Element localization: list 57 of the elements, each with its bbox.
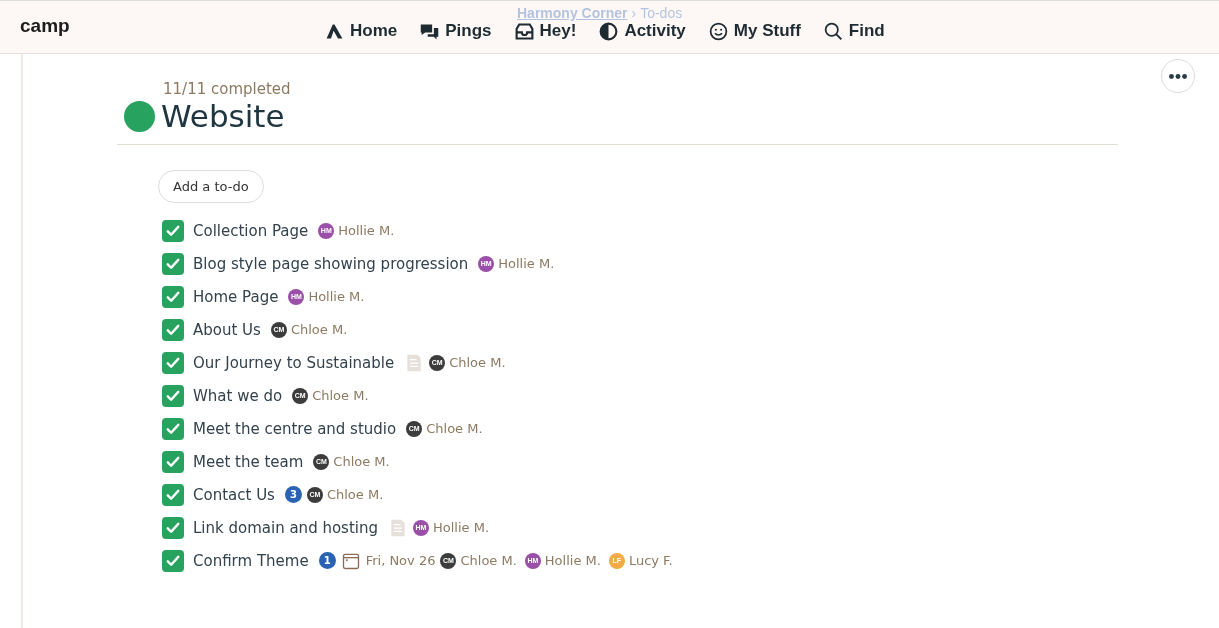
brand-logo[interactable]: camp: [20, 15, 70, 37]
nav-link[interactable]: Activity: [598, 20, 686, 42]
document-icon: [388, 517, 408, 538]
todo-title[interactable]: Collection Page: [193, 221, 309, 240]
breadcrumb-separator: ›: [631, 5, 637, 21]
status-dot: [124, 100, 155, 132]
assignee-name[interactable]: Chloe M.: [426, 421, 483, 436]
assignee-name[interactable]: Lucy F.: [628, 553, 673, 568]
assignee-name[interactable]: Chloe M.: [333, 454, 390, 469]
smiley-icon: [707, 20, 729, 42]
todo-title[interactable]: Confirm Theme: [193, 551, 309, 570]
checkbox[interactable]: [162, 351, 184, 374]
assignee-name[interactable]: Chloe M.: [460, 553, 517, 568]
assignee-name[interactable]: Hollie M.: [544, 553, 601, 568]
todo-title[interactable]: Contact Us: [193, 485, 275, 504]
checkbox[interactable]: [162, 417, 184, 440]
half-circle-icon: [598, 20, 620, 42]
nav-link[interactable]: Home: [324, 20, 398, 42]
checkbox[interactable]: [162, 219, 184, 242]
checkbox[interactable]: [162, 252, 184, 275]
nav-link[interactable]: Find: [822, 20, 885, 42]
assignee-name[interactable]: Chloe M.: [326, 487, 384, 502]
checkbox[interactable]: [162, 450, 184, 473]
ellipsis-icon: [1169, 73, 1187, 79]
checkbox[interactable]: [162, 384, 184, 407]
checkbox[interactable]: [162, 483, 184, 506]
assignee-name[interactable]: Hollie M.: [433, 520, 490, 535]
add-todo-button[interactable]: Add a to-do: [158, 170, 264, 203]
inbox-icon: [513, 20, 535, 42]
checkbox[interactable]: [162, 318, 184, 341]
todo-title[interactable]: What we do: [193, 386, 283, 405]
todo-title[interactable]: Meet the team: [193, 452, 304, 471]
todo-title[interactable]: Link domain and hosting: [193, 518, 378, 537]
comment-count-badge: 3: [284, 486, 302, 503]
assignee-name[interactable]: Hollie M.: [308, 289, 365, 304]
nav-link[interactable]: My Stuff: [707, 20, 801, 42]
todo-title[interactable]: Home Page: [193, 287, 279, 306]
nav-link[interactable]: Hey!: [513, 20, 577, 42]
list-title: Website: [161, 98, 285, 134]
todo-title[interactable]: Our Journey to Sustainable: [193, 353, 395, 372]
due-date: Fri, Nov 26: [365, 553, 436, 568]
todo-title[interactable]: About Us: [193, 320, 261, 339]
todo-title[interactable]: Meet the centre and studio: [193, 419, 397, 438]
assignee-name[interactable]: Chloe M.: [449, 355, 506, 370]
assignee-name[interactable]: Chloe M.: [290, 322, 348, 337]
progress-text: 11/11 completed: [163, 80, 292, 98]
checkbox[interactable]: [162, 285, 184, 308]
nav-link[interactable]: Pings: [419, 20, 492, 42]
checkbox[interactable]: [162, 549, 184, 572]
todo-title[interactable]: Blog style page showing progression: [193, 254, 469, 273]
assignee-name[interactable]: Chloe M.: [312, 388, 369, 403]
checkbox[interactable]: [162, 516, 184, 539]
more-button[interactable]: [1161, 59, 1195, 93]
search-icon: [822, 20, 844, 42]
assignee-name[interactable]: Hollie M.: [338, 223, 395, 238]
comment-count-badge: 1: [318, 552, 336, 569]
assignee-name[interactable]: Hollie M.: [498, 256, 555, 271]
